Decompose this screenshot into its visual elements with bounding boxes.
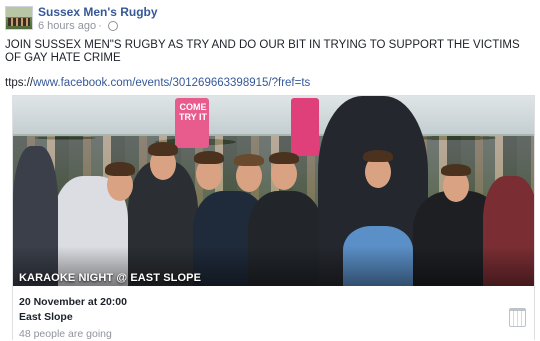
event-date: 20 November at 20:00 [19, 296, 127, 308]
event-title[interactable]: KARAOKE NIGHT @ EAST SLOPE [19, 272, 201, 284]
event-card[interactable]: COME TRY IT KARAOKE NIGHT @ EAST SLOPE 2… [12, 95, 535, 340]
page-name-link[interactable]: Sussex Men's Rugby [38, 5, 158, 19]
link-prefix: ttps:// [5, 77, 34, 89]
post-header: Sussex Men's Rugby 6 hours ago · [5, 5, 158, 33]
event-photo[interactable]: COME TRY IT KARAOKE NIGHT @ EAST SLOPE [13, 96, 534, 286]
post-link-line: ttps://www.facebook.com/events/301269663… [5, 77, 310, 90]
event-url-link[interactable]: www.facebook.com/events/301269663398915/… [33, 77, 310, 89]
event-details: 20 November at 20:00 East Slope 48 peopl… [19, 296, 127, 341]
post-meta: 6 hours ago · [38, 19, 158, 33]
post-timestamp[interactable]: 6 hours ago [38, 19, 96, 33]
event-location[interactable]: East Slope [19, 311, 127, 324]
page-avatar[interactable] [5, 6, 33, 30]
event-going-count[interactable]: 48 people are going [19, 328, 127, 341]
facebook-post: Sussex Men's Rugby 6 hours ago · JOIN SU… [0, 0, 540, 340]
calendar-icon[interactable] [509, 308, 526, 327]
post-text: JOIN SUSSEX MEN"S RUGBY AS TRY AND DO OU… [5, 39, 520, 64]
globe-icon [107, 21, 118, 31]
photo-banner-text: COME TRY IT [179, 102, 208, 122]
meta-separator: · [98, 20, 102, 32]
